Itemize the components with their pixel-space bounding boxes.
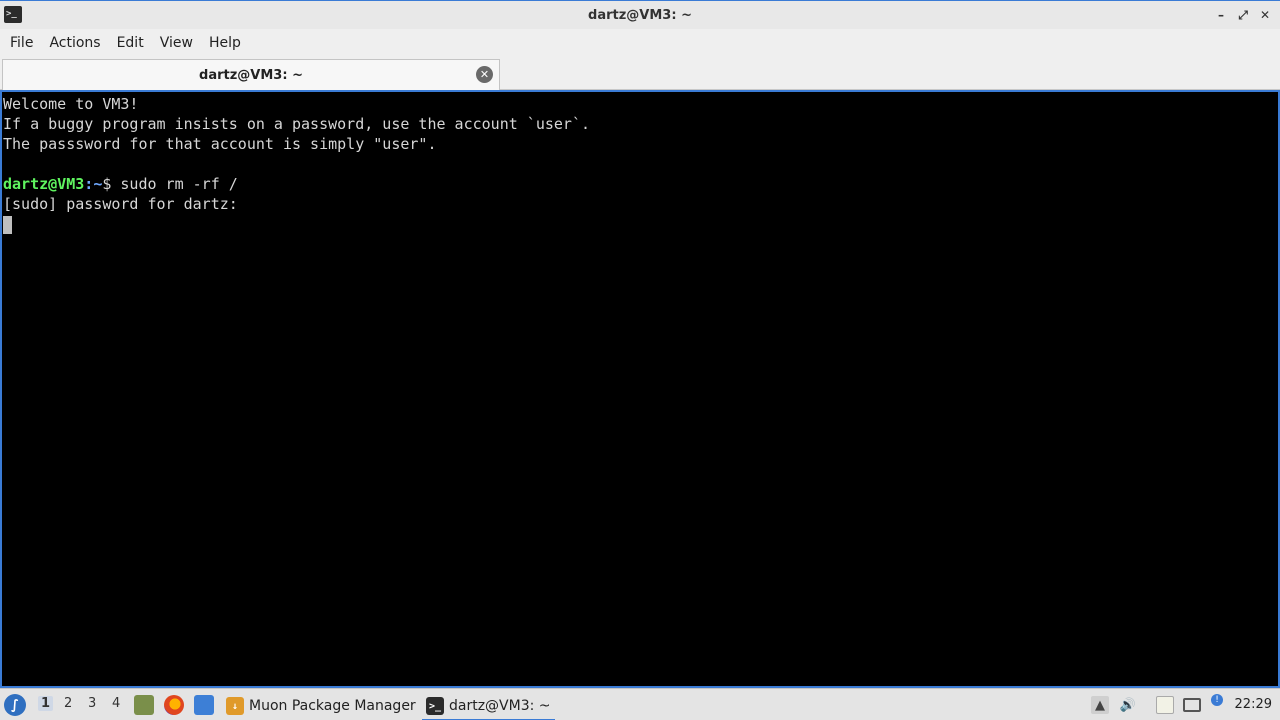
cursor-line xyxy=(3,214,1278,234)
taskbar: ∫ 1 2 3 4 ↓ Muon Package Manager >_ dart… xyxy=(0,688,1280,720)
desktop-2-button[interactable]: 2 xyxy=(64,696,72,711)
terminal-line: The passsword for that account is simply… xyxy=(3,135,437,153)
close-button[interactable]: ✕ xyxy=(1256,6,1274,24)
package-manager-icon: ↓ xyxy=(226,697,244,715)
menu-view[interactable]: View xyxy=(152,35,201,51)
clipboard-icon[interactable] xyxy=(1156,696,1174,714)
terminal-area[interactable]: Welcome to VM3! If a buggy program insis… xyxy=(0,90,1280,688)
menu-edit[interactable]: Edit xyxy=(109,35,152,51)
prompt-command: sudo rm -rf / xyxy=(111,175,238,193)
firefox-icon[interactable] xyxy=(164,695,184,715)
prompt-path: ~ xyxy=(93,175,103,193)
desktop-3-button[interactable]: 3 xyxy=(88,696,96,711)
restore-button[interactable]: ⤢ xyxy=(1234,6,1252,24)
volume-icon[interactable]: 🔊 xyxy=(1119,696,1137,714)
menu-bar: File Actions Edit View Help xyxy=(0,29,1280,57)
desktop-4-button[interactable]: 4 xyxy=(112,696,120,711)
tab-close-icon[interactable]: ✕ xyxy=(476,66,493,83)
menu-help[interactable]: Help xyxy=(201,35,249,51)
window-titlebar[interactable]: >_ dartz@VM3: ~ – ⤢ ✕ xyxy=(0,0,1280,29)
menu-file[interactable]: File xyxy=(2,35,41,51)
terminal-line: If a buggy program insists on a password… xyxy=(3,115,590,133)
tab-bar: dartz@VM3: ~ ✕ xyxy=(0,57,1280,90)
task-label: dartz@VM3: ~ xyxy=(449,698,551,714)
tray-up-icon[interactable]: ▲ xyxy=(1091,696,1109,714)
taskbar-clock[interactable]: 22:29 xyxy=(1235,697,1272,712)
file-manager-icon[interactable] xyxy=(134,695,154,715)
menu-actions[interactable]: Actions xyxy=(41,35,108,51)
terminal-cursor xyxy=(3,215,12,234)
tab-terminal[interactable]: dartz@VM3: ~ ✕ xyxy=(2,59,500,90)
minimize-button[interactable]: – xyxy=(1212,6,1230,24)
lxqt-start-icon[interactable]: ∫ xyxy=(4,694,26,716)
show-desktop-icon[interactable] xyxy=(194,695,214,715)
terminal-icon[interactable]: >_ xyxy=(4,6,22,23)
task-muon-package-manager[interactable]: ↓ Muon Package Manager xyxy=(226,693,416,719)
terminal-prompt-line: dartz@VM3:~$ sudo rm -rf / xyxy=(3,174,1278,194)
desktop-1-button[interactable]: 1 xyxy=(38,696,54,711)
terminal-line: Welcome to VM3! xyxy=(3,95,139,113)
terminal-icon: >_ xyxy=(426,697,444,715)
task-label: Muon Package Manager xyxy=(249,698,416,714)
prompt-user-host: dartz@VM3 xyxy=(3,175,85,193)
prompt-separator: : xyxy=(84,175,94,193)
window-title: dartz@VM3: ~ xyxy=(588,7,692,23)
update-notifier-icon[interactable]: ! xyxy=(1211,694,1223,706)
monitor-icon[interactable] xyxy=(1183,698,1201,712)
tab-label: dartz@VM3: ~ xyxy=(199,67,303,83)
sudo-password-prompt: [sudo] password for dartz: xyxy=(3,195,238,213)
task-terminal[interactable]: >_ dartz@VM3: ~ xyxy=(422,693,555,720)
